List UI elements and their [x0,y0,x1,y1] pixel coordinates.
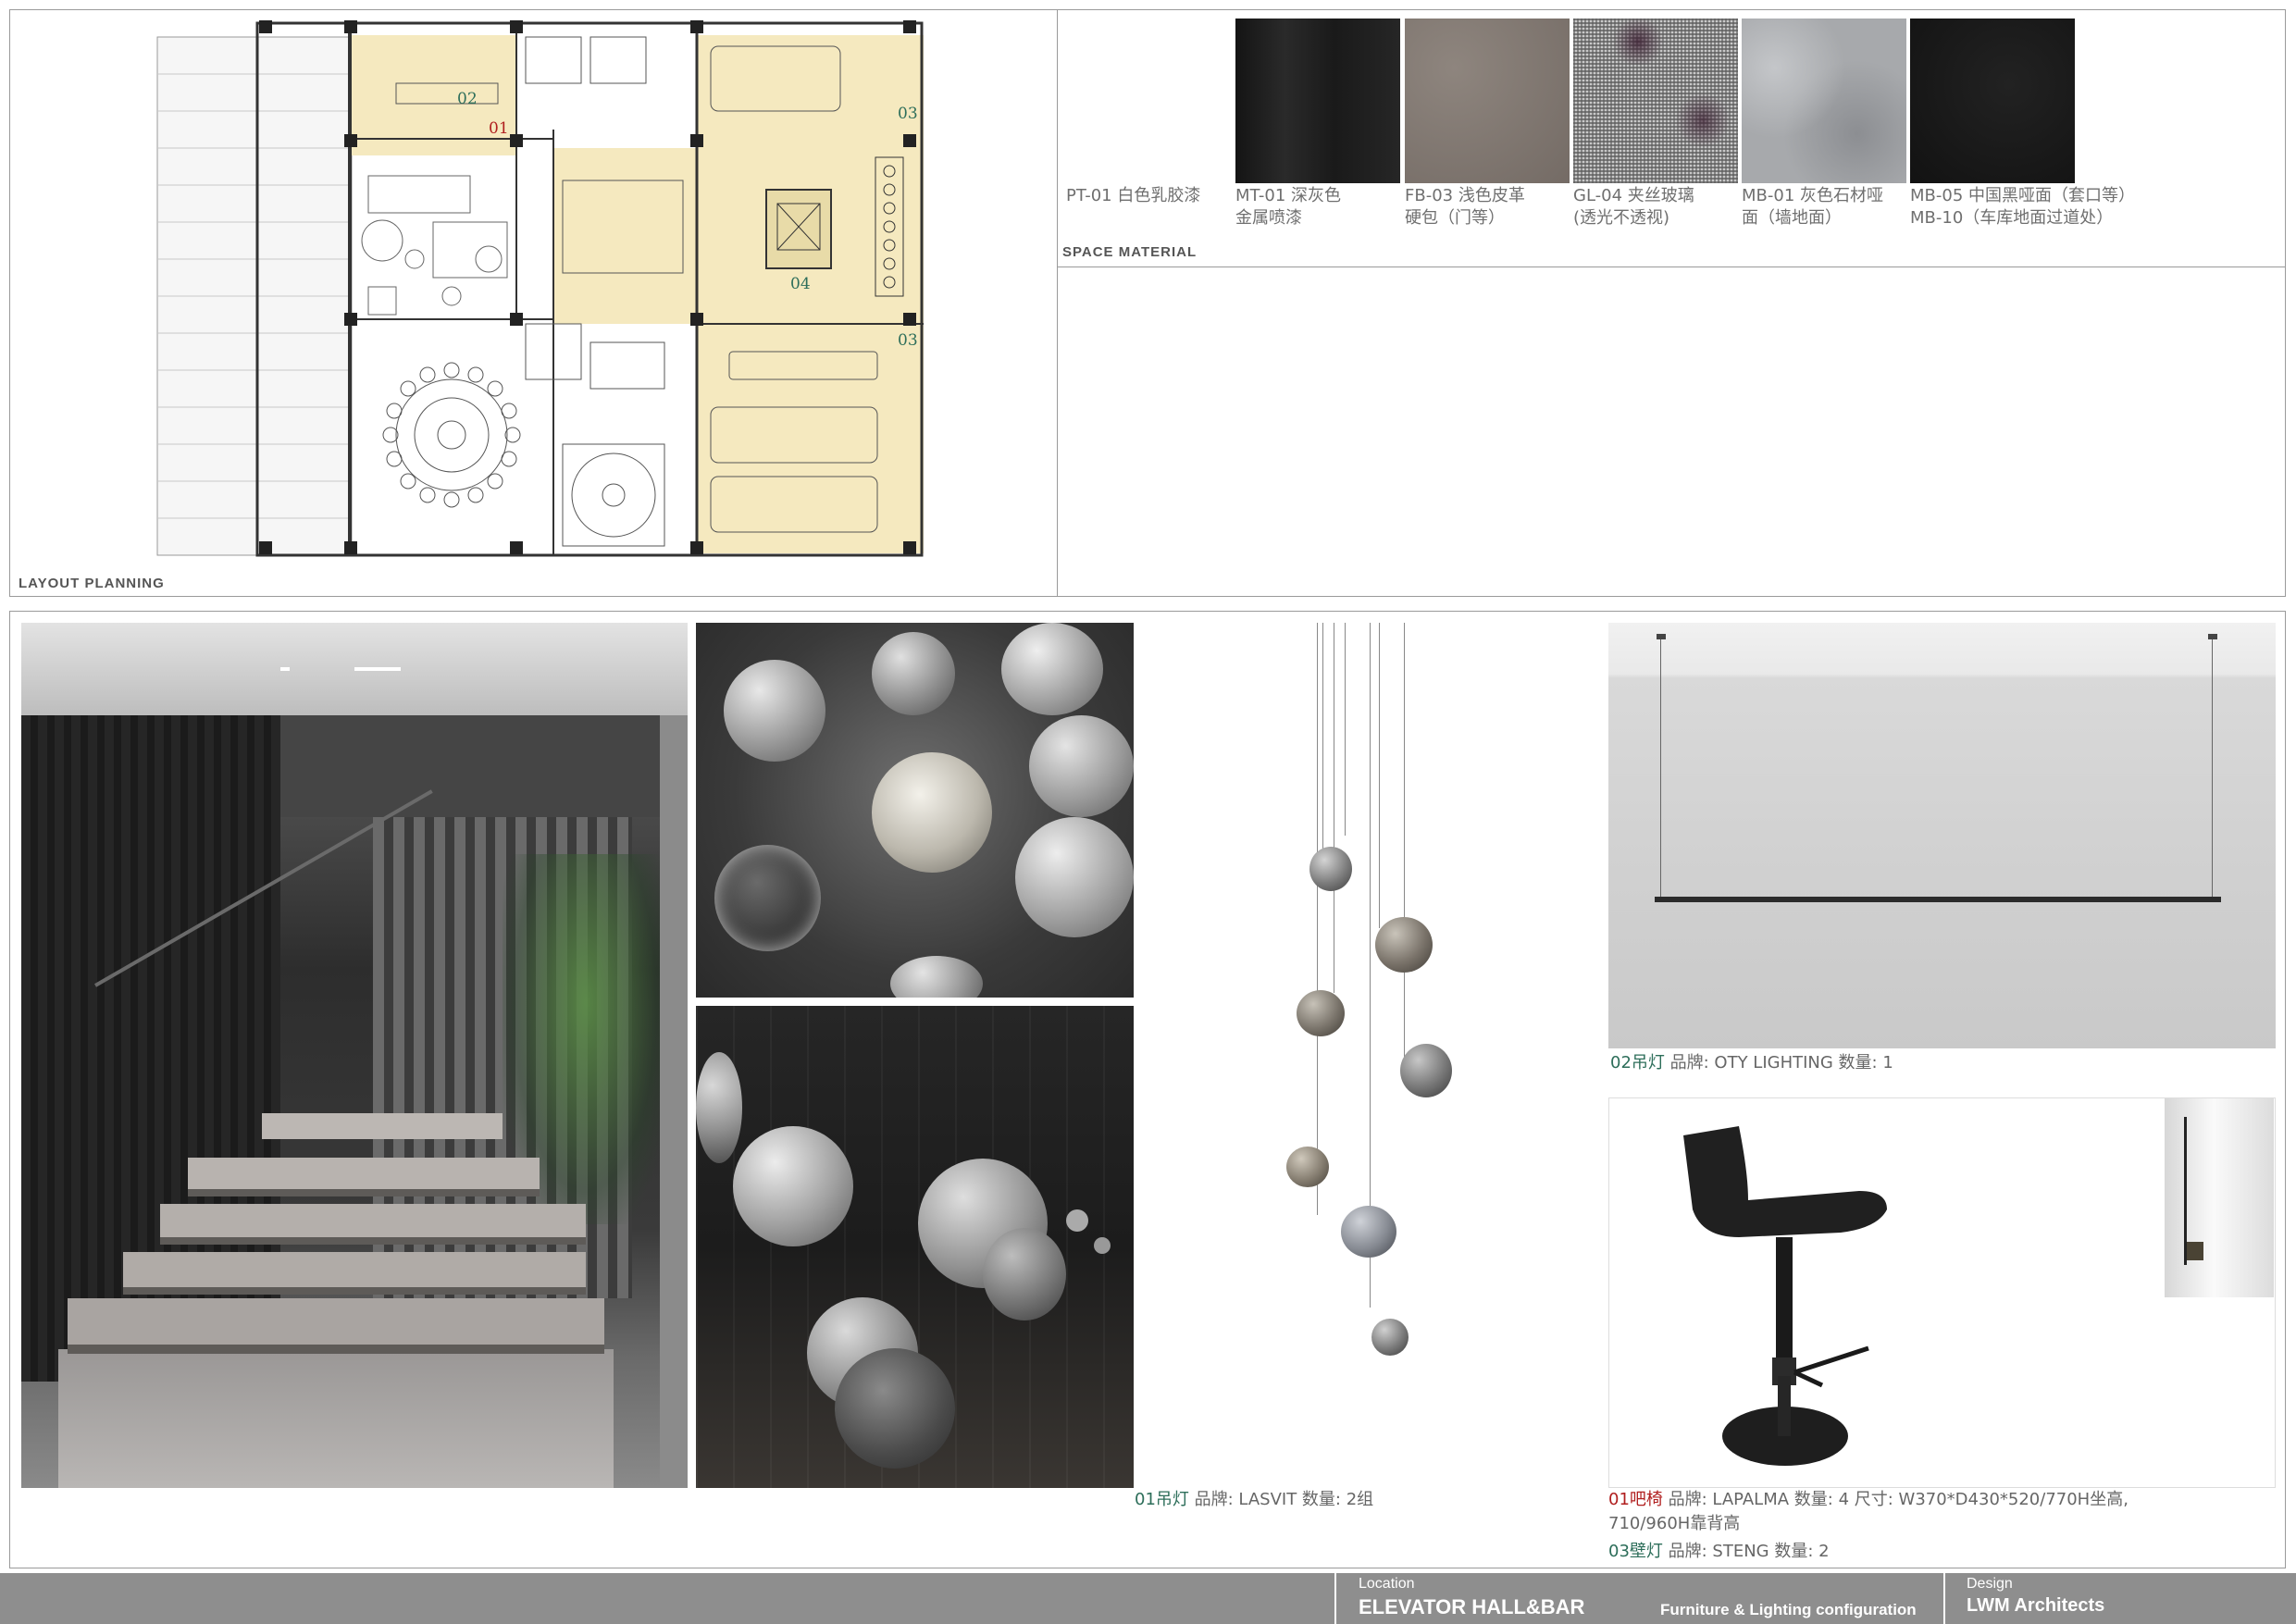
title-divider-2 [1943,1573,1945,1624]
caption-pendant-01: 01吊灯 品牌: LASVIT 数量: 2组 [1135,1488,1373,1512]
walllamp-03-spec: 品牌: STENG 数量: 2 [1662,1542,1830,1561]
pendant-02-spec: 品牌: OTY LIGHTING 数量: 1 [1664,1053,1893,1072]
caption-barstool-01-line2: 710/960H靠背高 [1608,1514,1741,1533]
swatch-mt01 [1235,19,1400,183]
title-block: Location ELEVATOR HALL&BAR Furniture & L… [0,1573,2296,1624]
glass-pendant-closeup [696,623,1134,998]
design-value: LWM Architects [1967,1595,2105,1616]
layout-planning-label: LAYOUT PLANNING [19,576,165,591]
caption-pt01: PT-01 白色乳胶漆 [1066,186,1201,205]
location-label: Location [1359,1576,1415,1592]
lasvit-pendant-product [1143,623,1600,1488]
barstool-walllamp-product [1608,1097,2276,1488]
material-swatches: PT-01 白色乳胶漆 MT-01 深灰色 金属喷漆 FB-03 浅色皮革 硬包… [1057,0,2288,268]
floor-plan: 02 01 03 04 03 [156,20,924,557]
plan-mark-01: 01 [489,119,509,138]
caption-walllamp-03: 03壁灯 品牌: STENG 数量: 2 [1608,1540,1830,1564]
caption-gl04: GL-04 夹丝玻璃 (透光不透视) [1573,186,1694,228]
walllamp-03-index: 03壁灯 [1608,1542,1663,1561]
barstool-01-spec: 品牌: LAPALMA 数量: 4 尺寸: W370*D430*520/770H… [1662,1490,2128,1509]
swatch-gl04 [1573,19,1738,183]
staircase-render [21,623,688,1488]
pendant-01-spec: 品牌: LASVIT 数量: 2组 [1188,1490,1374,1509]
pendant-01-index: 01吊灯 [1135,1490,1189,1509]
plan-mark-03-top: 03 [898,105,918,123]
plan-mark-02: 02 [457,90,478,108]
plan-mark-03-bottom: 03 [898,331,918,350]
caption-barstool-01: 01吧椅 品牌: LAPALMA 数量: 4 尺寸: W370*D430*520… [1608,1488,2128,1512]
swatch-mb01 [1742,19,1906,183]
caption-mb01: MB-01 灰色石材哑 面（墙地面） [1742,186,1883,228]
barstool-01-index: 01吧椅 [1608,1490,1663,1509]
caption-pendant-02: 02吊灯 品牌: OTY LIGHTING 数量: 1 [1610,1051,1893,1075]
swatch-mb05 [1910,19,2075,183]
bar-pendants-photo [696,1006,1134,1488]
plan-mark-04: 04 [790,275,811,293]
caption-fb03: FB-03 浅色皮革 硬包（门等） [1405,186,1525,228]
sheet-subtitle: Furniture & Lighting configuration [1660,1601,1917,1618]
oty-linear-pendant-product [1608,623,2276,1048]
wall-lamp-image [2165,1098,2274,1297]
pendant-02-index: 02吊灯 [1610,1053,1665,1072]
title-divider-1 [1334,1573,1336,1624]
caption-mb05: MB-05 中国黑哑面（套口等） MB-10（车库地面过道处） [1910,186,2135,228]
swatch-pt01 [1066,19,1231,183]
space-material-label: SPACE MATERIAL [1062,244,1198,260]
location-value: ELEVATOR HALL&BAR [1359,1595,1585,1618]
design-label: Design [1967,1576,2013,1592]
caption-mt01: MT-01 深灰色 金属喷漆 [1235,186,1341,228]
swatch-fb03 [1405,19,1570,183]
